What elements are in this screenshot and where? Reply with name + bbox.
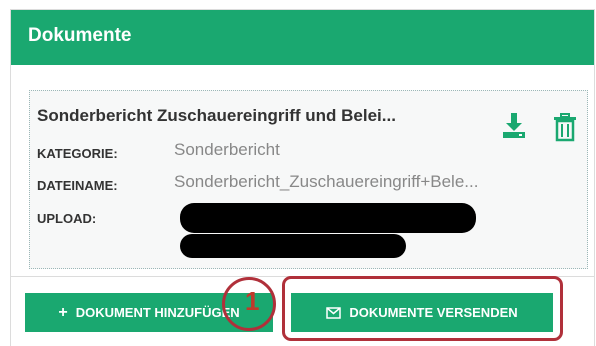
download-button[interactable]	[497, 108, 531, 142]
redaction-bar	[180, 234, 406, 258]
panel-header: Dokumente	[11, 10, 594, 65]
add-document-label: DOKUMENT HINZUFÜGEN	[75, 305, 240, 320]
filename-value: Sonderbericht_Zuschauereingriff+Bele...	[174, 172, 479, 191]
document-card: Sonderbericht Zuschauereingriff und Bele…	[29, 90, 588, 269]
category-value: Sonderbericht	[174, 140, 280, 159]
document-title: Sonderbericht Zuschauereingriff und Bele…	[37, 106, 396, 125]
plus-icon: +	[58, 303, 68, 321]
category-label: KATEGORIE:	[37, 146, 118, 161]
annotation-number: 1	[245, 286, 260, 316]
annotation-highlight	[282, 276, 563, 341]
delete-button[interactable]	[548, 110, 582, 144]
documents-panel: Dokumente Sonderbericht Zuschauereingrif…	[10, 9, 595, 346]
panel-title: Dokumente	[28, 25, 132, 46]
redaction-bar	[180, 203, 476, 233]
upload-label: UPLOAD:	[37, 211, 97, 226]
filename-label: DATEINAME:	[37, 178, 118, 193]
download-icon	[503, 113, 525, 138]
trash-icon	[554, 113, 576, 142]
